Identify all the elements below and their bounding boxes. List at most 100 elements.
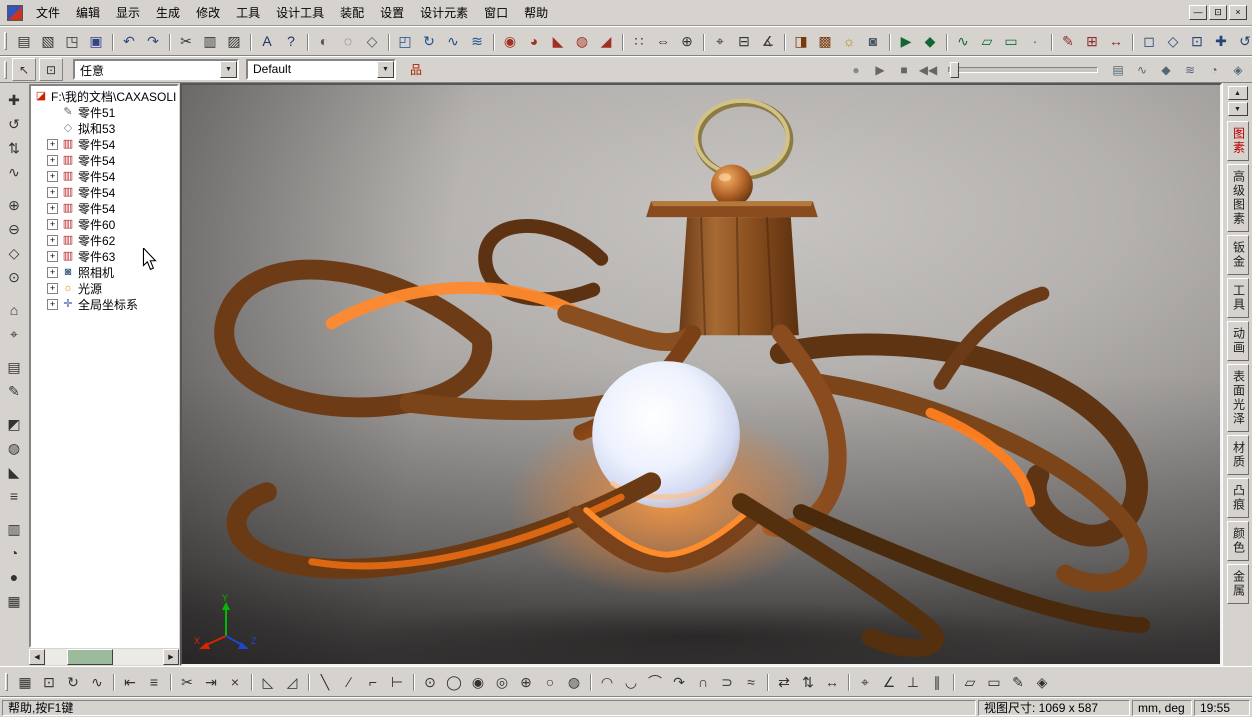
boolean-icon[interactable]: ⊕ <box>675 30 699 53</box>
minimize-button[interactable]: — <box>1189 5 1207 20</box>
slider-thumb[interactable] <box>950 61 959 78</box>
block-icon[interactable]: ◈ <box>1030 670 1054 693</box>
arc-icon[interactable]: ◠ <box>590 670 619 693</box>
triangle-ruler-icon[interactable]: ◣ <box>2 460 26 484</box>
grid-icon[interactable]: ⊞ <box>1080 30 1104 53</box>
clipboard-icon[interactable]: ▤ <box>2 355 26 379</box>
menu-item[interactable]: 设置 <box>372 1 412 24</box>
library-tab[interactable]: 钣金 <box>1226 235 1249 275</box>
stop-icon[interactable]: ■ <box>892 58 916 81</box>
tree-expander-icon[interactable]: + <box>47 234 58 246</box>
tree-item[interactable]: + ▥ 零件60 <box>31 216 177 232</box>
toolbar-grip[interactable] <box>5 672 8 691</box>
library-tab[interactable]: 颜色 <box>1226 521 1249 561</box>
material-ball-icon[interactable]: ◍ <box>2 436 26 460</box>
menu-item[interactable]: 窗口 <box>476 1 516 24</box>
rotate-snap-icon[interactable]: ↻ <box>61 670 85 693</box>
grid-toggle-icon[interactable]: ▦ <box>2 589 26 613</box>
shaded-view-icon[interactable]: ◐ <box>307 30 336 53</box>
spin-view-icon[interactable]: ⇅ <box>2 136 26 160</box>
chamfer-2d-icon[interactable]: ◺ <box>251 670 280 693</box>
rotate-view-icon[interactable]: ↺ <box>2 112 26 136</box>
tree-item[interactable]: + ✛ 全局坐标系 <box>31 296 177 312</box>
angle-icon[interactable]: ∡ <box>756 30 780 53</box>
keyframe-icon[interactable]: ◆ <box>918 30 942 53</box>
undo-icon[interactable]: ↶ <box>112 30 141 53</box>
restore-button[interactable]: ⊡ <box>1209 5 1227 20</box>
line-angle-icon[interactable]: ∕ <box>337 670 361 693</box>
menu-item[interactable]: 设计工具 <box>268 1 332 24</box>
animation-play-icon[interactable]: ▶ <box>889 30 918 53</box>
toolbar-grip[interactable] <box>4 32 7 50</box>
slider-track[interactable] <box>948 66 1098 73</box>
polyline-icon[interactable]: ⌐ <box>361 670 385 693</box>
tree-expander-icon[interactable]: + <box>47 202 58 214</box>
wave-curve-icon[interactable]: ≈ <box>739 670 763 693</box>
loft-icon[interactable]: ≋ <box>465 30 489 53</box>
chevron-down-icon[interactable]: ▼ <box>220 61 237 78</box>
menu-item[interactable]: 编辑 <box>68 1 108 24</box>
scroll-left-icon[interactable]: ◀ <box>29 649 45 665</box>
tree-item[interactable]: ◇ 拟和53 <box>31 120 177 136</box>
rectangle-icon[interactable]: ▭ <box>982 670 1006 693</box>
tree-expander-icon[interactable]: + <box>47 298 58 310</box>
anim-keyframe-icon[interactable]: ◆ <box>1154 58 1178 81</box>
arc-2-icon[interactable]: ◡ <box>619 670 643 693</box>
arc-3pt-icon[interactable]: ⌒ <box>643 670 667 693</box>
film-icon[interactable]: ▤ <box>1106 58 1130 81</box>
tree-expander-icon[interactable]: + <box>47 250 58 262</box>
light-source-icon[interactable]: ☼ <box>837 30 861 53</box>
save-icon[interactable]: ▣ <box>84 30 108 53</box>
align-left-icon[interactable]: ⇤ <box>113 670 142 693</box>
curve-icon[interactable]: ∿ <box>946 30 975 53</box>
new-file-icon[interactable]: ▤ <box>12 30 36 53</box>
sphere-icon[interactable]: ● <box>2 565 26 589</box>
circle-3pt-icon[interactable]: ◎ <box>490 670 514 693</box>
polygon-icon[interactable]: ▱ <box>953 670 982 693</box>
tree-item[interactable]: ◪ F:\我的文档\CAXASOLID\ <box>31 88 177 104</box>
shell-icon[interactable]: ◍ <box>570 30 594 53</box>
cut-icon[interactable]: ✂ <box>169 30 198 53</box>
app-icon[interactable] <box>7 4 23 21</box>
pan-icon[interactable]: ✚ <box>2 88 26 112</box>
layers-icon[interactable]: ≡ <box>142 670 166 693</box>
panel-icon[interactable]: ▥ <box>2 517 26 541</box>
round-icon[interactable]: ◕ <box>522 30 546 53</box>
pencil-icon[interactable]: ✎ <box>1006 670 1030 693</box>
mirror-icon[interactable]: ⇔ <box>651 30 675 53</box>
sketch-icon[interactable]: ✎ <box>1051 30 1080 53</box>
measure-icon[interactable]: ⌖ <box>703 30 732 53</box>
point-snap-icon[interactable]: ⌖ <box>848 670 877 693</box>
texture-icon[interactable]: ▩ <box>813 30 837 53</box>
tab-scroll-down-icon[interactable]: ▼ <box>1227 102 1248 116</box>
stretch-icon[interactable]: ↔ <box>820 670 844 693</box>
config-dropdown[interactable]: Default ▼ <box>246 59 396 80</box>
box-snap-icon[interactable]: ⊡ <box>37 670 61 693</box>
open-file-icon[interactable]: ◳ <box>60 30 84 53</box>
library-tab[interactable]: 凸痕 <box>1226 478 1249 518</box>
magnet-icon[interactable]: ◈ <box>1226 58 1250 81</box>
chevron-down-icon[interactable]: ▼ <box>377 61 394 78</box>
circle-2pt-icon[interactable]: ◉ <box>466 670 490 693</box>
tree-expander-icon[interactable]: + <box>47 154 58 166</box>
target-icon[interactable]: ⌖ <box>2 322 26 346</box>
tree-expander-icon[interactable]: + <box>47 282 58 294</box>
menu-item[interactable]: 生成 <box>148 1 188 24</box>
extrude-icon[interactable]: ◰ <box>388 30 417 53</box>
tree-expander-icon[interactable]: + <box>47 170 58 182</box>
perpendicular-line-icon[interactable]: ⊢ <box>385 670 409 693</box>
circle-center-icon[interactable]: ⊙ <box>413 670 442 693</box>
tree-item[interactable]: + ▥ 零件54 <box>31 200 177 216</box>
timer-icon[interactable]: ◔ <box>2 541 26 565</box>
arc-tangent-icon[interactable]: ↷ <box>667 670 691 693</box>
zoom-fit-icon[interactable]: ⊡ <box>1185 30 1209 53</box>
animation-slider[interactable] <box>948 61 1098 79</box>
fillet-2d-icon[interactable]: ◿ <box>280 670 304 693</box>
front-view-icon[interactable]: ◻ <box>1132 30 1161 53</box>
assembly-tree-icon[interactable]: 品 <box>404 58 428 81</box>
graph-icon[interactable]: ≋ <box>1178 58 1202 81</box>
tree-expander-icon[interactable]: + <box>47 186 58 198</box>
toolbar-grip[interactable] <box>4 60 7 79</box>
record-icon[interactable]: ● <box>844 58 868 81</box>
library-tab[interactable]: 金属 <box>1226 564 1249 604</box>
